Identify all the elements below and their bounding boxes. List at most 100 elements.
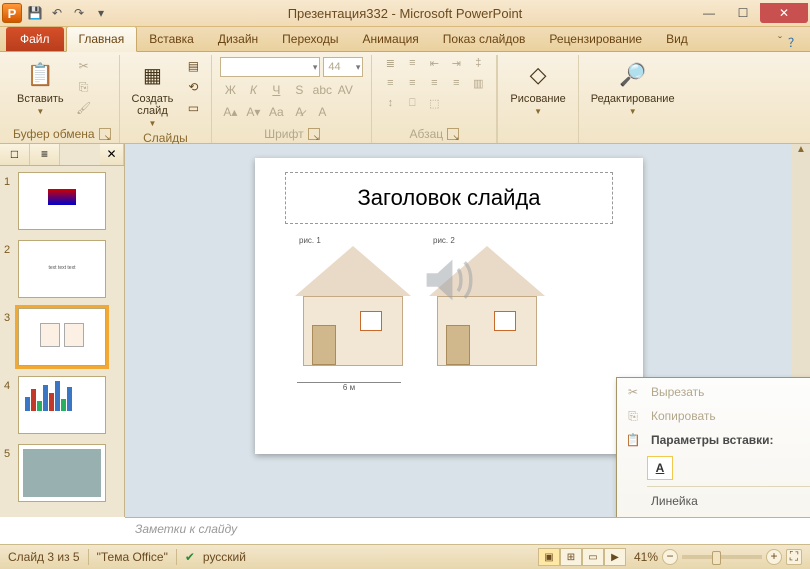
slide-thumbnail-5[interactable]: 5 [4,444,120,502]
maximize-button[interactable]: ☐ [726,3,760,23]
status-theme[interactable]: "Тема Office" [97,550,168,564]
group-paragraph: ≣≡⇤⇥‡ ≡≡≡≡▥ ↕⎕⬚ Абзац [372,55,497,143]
align-right-button[interactable]: ≡ [424,77,444,95]
paragraph-dialog-launcher[interactable] [447,128,459,140]
slide-editor[interactable]: Заголовок слайда рис. 1 рис. 2 6 м ▲ ▼ ⭱… [125,144,810,517]
slide-thumbnail-3[interactable]: 3 [4,308,120,366]
slide-thumbnail-4[interactable]: 4 [4,376,120,434]
justify-button[interactable]: ≡ [446,77,466,95]
shadow-button[interactable]: abc [312,81,332,99]
zoom-out-button[interactable]: − [662,549,678,565]
redo-icon[interactable]: ↷ [70,4,88,22]
numbering-button[interactable]: ≡ [402,57,422,75]
new-slide-button[interactable]: ▦ Создать слайд ▼ [128,57,178,130]
section-icon[interactable]: ▭ [183,99,203,117]
cut-icon[interactable]: ✂ [74,57,94,75]
copy-icon[interactable]: ⎘ [74,78,94,96]
app-icon: P [2,3,22,23]
tab-review[interactable]: Рецензирование [537,27,654,51]
sorter-view-button[interactable]: ⊞ [560,548,582,566]
status-language[interactable]: русский [203,550,246,564]
format-painter-icon[interactable]: 🖌 [74,99,94,117]
shapes-icon: ◇ [522,59,554,91]
audio-icon[interactable] [413,246,481,314]
font-color-button[interactable]: A [312,103,332,121]
notes-pane[interactable]: Заметки к слайду [125,517,810,544]
font-dialog-launcher[interactable] [308,128,320,140]
ctx-copy: ⎘Копировать [619,404,810,428]
slideshow-view-button[interactable]: ▶ [604,548,626,566]
font-name-combo[interactable] [220,57,320,77]
columns-button[interactable]: ▥ [468,77,488,95]
clipboard-dialog-launcher[interactable] [99,128,111,140]
spellcheck-icon[interactable]: ✔ [185,550,195,564]
tab-file[interactable]: Файл [6,27,64,51]
align-left-button[interactable]: ≡ [380,77,400,95]
group-font: 44 Ж К Ч S abc AV A▴ A▾ Aa A̷ A Шрифт [212,55,372,143]
close-button[interactable]: ✕ [760,3,808,23]
house-image-1[interactable] [295,246,411,376]
notes-placeholder: Заметки к слайду [135,522,237,536]
bold-button[interactable]: Ж [220,81,240,99]
line-spacing-button[interactable]: ‡ [468,57,488,75]
slide-thumbnail-1[interactable]: 1 [4,172,120,230]
paste-icon: 📋 [623,431,643,449]
ctx-cut: ✂Вырезать [619,380,810,404]
tab-home[interactable]: Главная [66,26,138,52]
zoom-slider[interactable] [682,555,762,559]
bullets-button[interactable]: ≣ [380,57,400,75]
decr-indent-button[interactable]: ⇤ [424,57,444,75]
current-slide[interactable]: Заголовок слайда рис. 1 рис. 2 6 м [255,158,643,454]
outline-tab[interactable]: ≡ [30,144,60,165]
spacing-button[interactable]: AV [335,81,355,99]
qat-more-icon[interactable]: ▾ [92,4,110,22]
fit-to-window-button[interactable]: ⛶ [786,549,802,565]
tab-design[interactable]: Дизайн [206,27,270,51]
group-slides: ▦ Создать слайд ▼ ▤ ⟲ ▭ Слайды [120,55,213,143]
align-center-button[interactable]: ≡ [402,77,422,95]
scissors-icon: ✂ [623,383,643,401]
thumbnails-tab[interactable]: □ [0,144,30,165]
font-size-combo[interactable]: 44 [323,57,363,77]
shrink-font-button[interactable]: A▾ [243,103,263,121]
view-buttons: ▣ ⊞ ▭ ▶ [538,548,626,566]
layout-icon[interactable]: ▤ [183,57,203,75]
strike-button[interactable]: S [289,81,309,99]
text-direction-button[interactable]: ↕ [380,97,400,115]
incr-indent-button[interactable]: ⇥ [446,57,466,75]
help-icon[interactable]: ？ [788,34,800,51]
align-text-button[interactable]: ⎕ [402,97,422,115]
ctx-grid[interactable]: Сетка и направляющие... [619,513,810,517]
tab-transitions[interactable]: Переходы [270,27,350,51]
slide-title-placeholder[interactable]: Заголовок слайда [285,172,613,224]
change-case-button[interactable]: Aa [266,103,286,121]
tab-slideshow[interactable]: Показ слайдов [431,27,538,51]
editing-button[interactable]: 🔎 Редактирование ▼ [587,57,679,118]
scroll-up-icon[interactable]: ▲ [792,144,810,160]
tab-animation[interactable]: Анимация [350,27,430,51]
grow-font-button[interactable]: A▴ [220,103,240,121]
reset-icon[interactable]: ⟲ [183,78,203,96]
paste-button[interactable]: 📋 Вставить ▼ [13,57,68,118]
slide-thumbnail-2[interactable]: 2text text text [4,240,120,298]
smartart-button[interactable]: ⬚ [424,97,444,115]
underline-button[interactable]: Ч [266,81,286,99]
clear-format-button[interactable]: A̷ [289,103,309,121]
status-slide-number[interactable]: Слайд 3 из 5 [8,550,80,564]
pane-close-button[interactable]: ✕ [100,144,124,165]
ctx-ruler[interactable]: Линейка [619,489,810,513]
normal-view-button[interactable]: ▣ [538,548,560,566]
italic-button[interactable]: К [243,81,263,99]
reading-view-button[interactable]: ▭ [582,548,604,566]
minimize-button[interactable]: — [692,3,726,23]
zoom-percent[interactable]: 41% [634,550,658,564]
drawing-button[interactable]: ◇ Рисование ▼ [506,57,569,118]
paste-option-keep-text[interactable]: А [647,456,673,480]
tab-view[interactable]: Вид [654,27,700,51]
undo-icon[interactable]: ↶ [48,4,66,22]
save-icon[interactable]: 💾 [26,4,44,22]
zoom-in-button[interactable]: + [766,549,782,565]
fig-label-1: рис. 1 [299,236,321,245]
ribbon-minimize-icon[interactable]: ˇ [778,34,782,51]
tab-insert[interactable]: Вставка [137,27,206,51]
